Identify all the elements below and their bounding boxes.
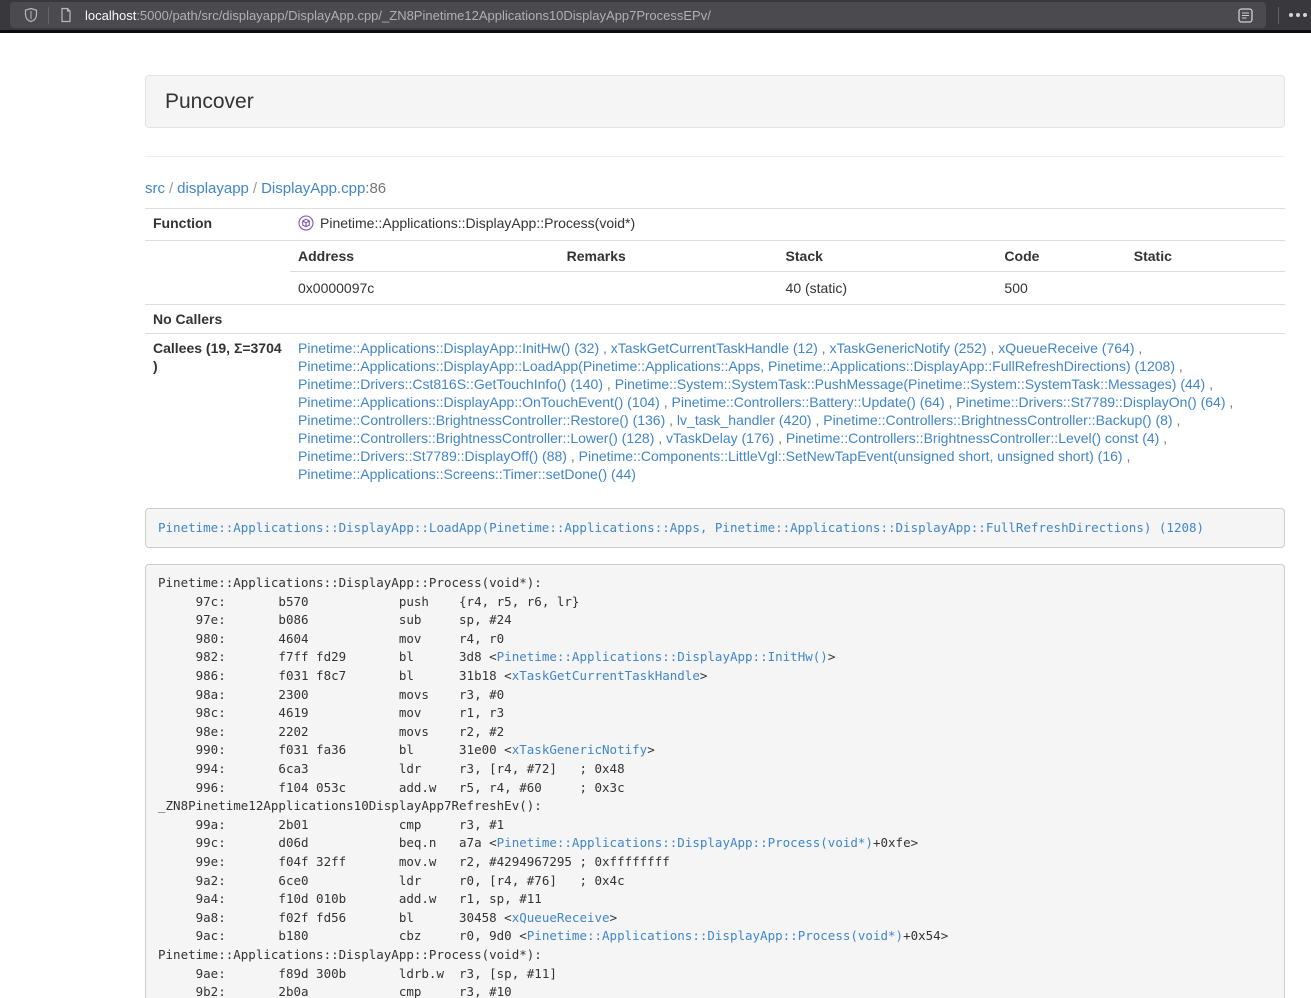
callee-link[interactable]: Pinetime::Applications::DisplayApp::Load… bbox=[298, 358, 1175, 374]
callee-separator: , bbox=[818, 340, 830, 356]
table-row: No Callers bbox=[145, 305, 1285, 334]
callee-link[interactable]: Pinetime::Controllers::BrightnessControl… bbox=[786, 430, 1159, 446]
table-row: 0x0000097c 40 (static)500 bbox=[290, 272, 1285, 305]
selected-callee-code-block: Pinetime::Applications::DisplayApp::Load… bbox=[145, 508, 1285, 548]
callee-link[interactable]: Pinetime::System::SystemTask::PushMessag… bbox=[615, 376, 1206, 392]
callee-link[interactable]: Pinetime::Controllers::BrightnessControl… bbox=[298, 412, 665, 428]
callee-separator: , bbox=[1205, 376, 1213, 392]
browser-toolbar: localhost:5000/path/src/displayapp/Displ… bbox=[0, 0, 1311, 33]
column-header-static: Static bbox=[1126, 241, 1285, 272]
callee-separator: , bbox=[1173, 412, 1181, 428]
callee-link[interactable]: Pinetime::Applications::DisplayApp::OnTo… bbox=[298, 394, 660, 410]
breadcrumb-separator: / bbox=[165, 180, 177, 197]
cell-remarks bbox=[559, 272, 778, 305]
callee-separator: , bbox=[1134, 340, 1142, 356]
assembly-symbol-link[interactable]: Pinetime::Applications::DisplayApp::Proc… bbox=[497, 835, 873, 850]
callee-link[interactable]: xQueueReceive (764) bbox=[998, 340, 1134, 356]
callee-link[interactable]: Pinetime::Controllers::BrightnessControl… bbox=[823, 412, 1172, 428]
cell-code: 500 bbox=[996, 272, 1125, 305]
breadcrumb-link-src[interactable]: src bbox=[145, 180, 165, 197]
assembly-symbol-link[interactable]: Pinetime::Applications::DisplayApp::Init… bbox=[497, 649, 828, 664]
column-header-address: Address bbox=[290, 241, 559, 272]
page-icon bbox=[53, 2, 79, 28]
callee-separator: , bbox=[774, 430, 786, 446]
callee-link[interactable]: lv_task_handler (420) bbox=[677, 412, 812, 428]
table-row: Function Pinetime::Applications::Display… bbox=[145, 209, 1285, 241]
more-icon[interactable] bbox=[1283, 13, 1311, 17]
breadcrumb-link-file[interactable]: DisplayApp.cpp bbox=[261, 180, 365, 197]
table-row: Callees (19, Σ=3704 ) Pinetime::Applicat… bbox=[145, 334, 1285, 489]
callees-list: Pinetime::Applications::DisplayApp::Init… bbox=[290, 334, 1285, 489]
assembly-listing: Pinetime::Applications::DisplayApp::Proc… bbox=[145, 564, 1285, 998]
divider bbox=[145, 156, 1285, 157]
callee-separator: , bbox=[603, 376, 615, 392]
url-path: :5000/path/src/displayapp/DisplayApp.cpp… bbox=[136, 8, 711, 23]
cell-address: 0x0000097c bbox=[290, 272, 559, 305]
callee-separator: , bbox=[1226, 394, 1234, 410]
callee-separator: , bbox=[1175, 358, 1183, 374]
callees-label: Callees (19, Σ=3704 ) bbox=[145, 334, 290, 489]
url-bar[interactable]: localhost:5000/path/src/displayapp/Displ… bbox=[10, 2, 1266, 28]
column-header-remarks: Remarks bbox=[559, 241, 778, 272]
callee-separator: , bbox=[567, 448, 579, 464]
toolbar-divider bbox=[48, 7, 49, 24]
callee-link[interactable]: vTaskDelay (176) bbox=[666, 430, 774, 446]
url-host: localhost bbox=[85, 8, 136, 23]
assembly-symbol-link[interactable]: xQueueReceive bbox=[512, 910, 610, 925]
callee-separator: , bbox=[660, 394, 672, 410]
callee-separator: , bbox=[945, 394, 957, 410]
app-header-panel: Puncover bbox=[145, 75, 1285, 128]
cell-stack: 40 (static) bbox=[778, 272, 997, 305]
assembly-symbol-link[interactable]: xTaskGetCurrentTaskHandle bbox=[512, 668, 700, 683]
callee-separator: , bbox=[654, 430, 666, 446]
address-table: AddressRemarksStackCodeStatic 0x0000097c 4… bbox=[290, 241, 1285, 304]
callee-link[interactable]: Pinetime::Applications::Screens::Timer::… bbox=[298, 466, 636, 482]
shield-icon[interactable] bbox=[18, 2, 44, 28]
callee-link[interactable]: Pinetime::Applications::DisplayApp::Init… bbox=[298, 340, 599, 356]
function-name: Pinetime::Applications::DisplayApp::Proc… bbox=[320, 214, 635, 232]
cell-static bbox=[1126, 272, 1285, 305]
callee-separator: , bbox=[1123, 448, 1131, 464]
toolbar-divider bbox=[1278, 7, 1279, 24]
assembly-symbol-link[interactable]: Pinetime::Applications::DisplayApp::Proc… bbox=[527, 928, 903, 943]
callee-link[interactable]: Pinetime::Drivers::St7789::DisplayOn() (… bbox=[956, 394, 1225, 410]
callee-link[interactable]: Pinetime::Controllers::BrightnessControl… bbox=[298, 430, 654, 446]
table-row: AddressRemarksStackCodeStatic 0x0000097c 4… bbox=[145, 241, 1285, 305]
function-cube-icon bbox=[298, 215, 314, 231]
page-title: Puncover bbox=[165, 90, 1265, 113]
no-callers-label: No Callers bbox=[145, 305, 290, 334]
function-label: Function bbox=[145, 209, 290, 241]
callee-link[interactable]: Pinetime::Drivers::Cst816S::GetTouchInfo… bbox=[298, 376, 603, 392]
url-text[interactable]: localhost:5000/path/src/displayapp/Displ… bbox=[85, 8, 1232, 23]
reader-mode-icon[interactable] bbox=[1232, 2, 1258, 28]
callee-separator: , bbox=[1159, 430, 1167, 446]
breadcrumb-link-displayapp[interactable]: displayapp bbox=[177, 180, 249, 197]
breadcrumb-line-number: :86 bbox=[365, 180, 386, 197]
function-detail-table: Function Pinetime::Applications::Display… bbox=[145, 208, 1285, 488]
column-header-code: Code bbox=[996, 241, 1125, 272]
callee-link[interactable]: Pinetime::Controllers::Battery::Update()… bbox=[672, 394, 945, 410]
selected-callee-link[interactable]: Pinetime::Applications::DisplayApp::Load… bbox=[158, 520, 1204, 535]
assembly-symbol-link[interactable]: xTaskGenericNotify bbox=[512, 742, 647, 757]
breadcrumb-separator: / bbox=[249, 180, 261, 197]
callee-separator: , bbox=[665, 412, 677, 428]
callee-link[interactable]: xTaskGenericNotify (252) bbox=[829, 340, 986, 356]
callee-separator: , bbox=[812, 412, 824, 428]
callee-link[interactable]: Pinetime::Components::LittleVgl::SetNewT… bbox=[579, 448, 1123, 464]
callee-link[interactable]: xTaskGetCurrentTaskHandle (12) bbox=[611, 340, 818, 356]
callee-separator: , bbox=[987, 340, 999, 356]
breadcrumb: src/displayapp/DisplayApp.cpp:86 bbox=[145, 180, 1285, 197]
callee-separator: , bbox=[599, 340, 611, 356]
column-header-stack: Stack bbox=[778, 241, 997, 272]
callee-link[interactable]: Pinetime::Drivers::St7789::DisplayOff() … bbox=[298, 448, 567, 464]
